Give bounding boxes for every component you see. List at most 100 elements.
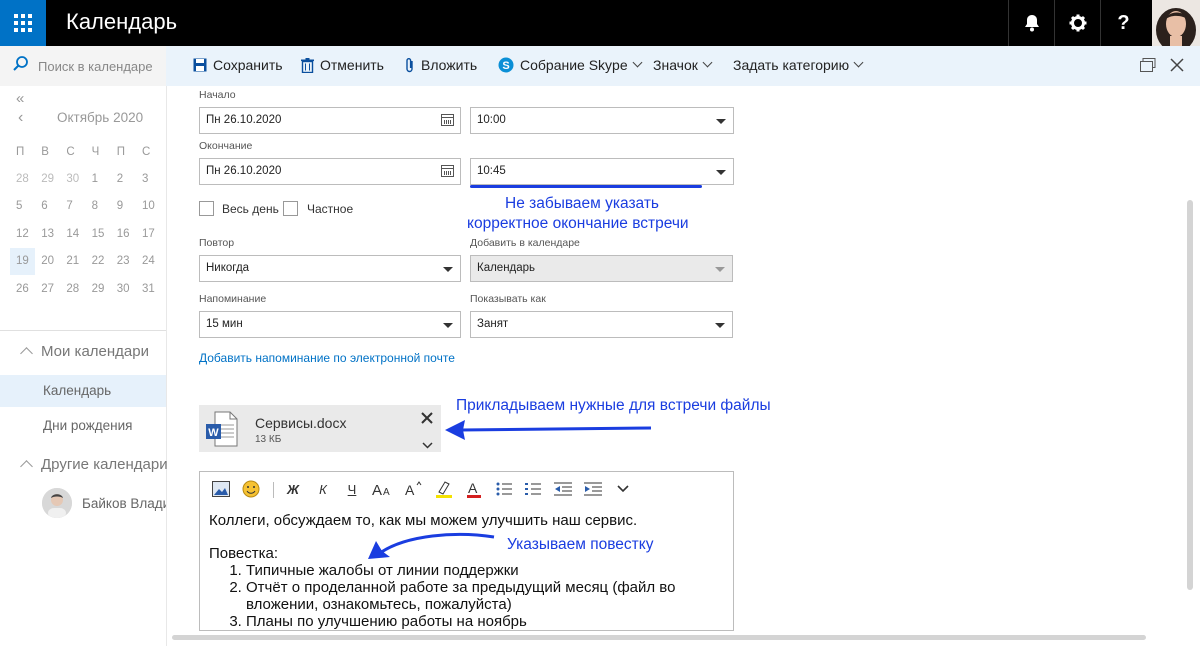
calendar-day[interactable]: 29 <box>35 165 60 192</box>
skype-icon: S <box>498 57 514 73</box>
search-icon <box>12 55 32 78</box>
all-day-checkbox[interactable] <box>199 201 214 216</box>
reminder-select[interactable]: 15 мин <box>199 311 461 338</box>
calendar-icon[interactable] <box>441 114 454 126</box>
numbered-list-icon[interactable] <box>523 478 543 500</box>
insert-image-icon[interactable] <box>210 478 232 500</box>
calendar-day[interactable]: 30 <box>111 275 136 302</box>
agenda-item: Отчёт о проделанной работе за предыдущий… <box>246 579 726 613</box>
start-time-select[interactable]: 10:00 <box>470 107 734 134</box>
calendar-day[interactable]: 20 <box>35 248 60 275</box>
italic-button[interactable]: К <box>314 478 332 500</box>
calendar-value: Календарь <box>477 262 536 274</box>
font-size-icon[interactable]: AA <box>371 478 395 500</box>
end-label: Окончание <box>199 140 253 152</box>
attach-button[interactable]: Вложить <box>405 57 477 73</box>
svg-text:S: S <box>502 60 509 72</box>
calendar-day[interactable]: 6 <box>35 193 60 220</box>
calendar-day-selected[interactable]: 19 <box>10 247 36 275</box>
category-button[interactable]: Задать категорию <box>733 57 864 73</box>
calendar-icon[interactable] <box>441 165 454 177</box>
calendar-day[interactable]: 28 <box>10 165 35 192</box>
gear-icon[interactable] <box>1054 0 1100 46</box>
calendar-day[interactable]: 26 <box>10 275 35 302</box>
calendar-day[interactable]: 8 <box>86 193 111 220</box>
sidebar-item-calendar[interactable]: Календарь <box>43 383 111 398</box>
show-as-select[interactable]: Занят <box>470 311 733 338</box>
bulleted-list-icon[interactable] <box>494 478 514 500</box>
calendar-day[interactable]: 31 <box>136 275 161 302</box>
bold-button[interactable]: Ж <box>284 478 302 500</box>
end-time-select[interactable]: 10:45 <box>470 158 734 185</box>
calendar-day[interactable]: 23 <box>111 248 136 275</box>
calendar-day[interactable]: 14 <box>60 220 85 247</box>
horizontal-scrollbar[interactable] <box>172 635 1146 640</box>
annotation-end-time-2: корректное окончание встречи <box>467 215 689 232</box>
calendar-day[interactable]: 5 <box>10 193 35 220</box>
reminder-label: Напоминание <box>199 293 267 305</box>
skype-meeting-button[interactable]: S Собрание Skype <box>498 57 643 73</box>
calendar-day[interactable]: 22 <box>86 248 111 275</box>
calendar-day[interactable]: 3 <box>136 165 161 192</box>
calendar-day[interactable]: 7 <box>60 193 85 220</box>
help-icon[interactable]: ? <box>1100 0 1146 46</box>
private-checkbox[interactable] <box>283 201 298 216</box>
chevron-left-icon[interactable]: ‹ <box>18 109 23 127</box>
calendar-day[interactable]: 13 <box>35 220 60 247</box>
chevron-up-icon <box>20 460 33 473</box>
increase-indent-icon[interactable] <box>583 478 603 500</box>
calendar-day[interactable]: 12 <box>10 220 35 247</box>
start-date-field[interactable]: Пн 26.10.2020 <box>199 107 461 134</box>
vertical-scrollbar[interactable] <box>1187 200 1193 590</box>
email-reminder-link[interactable]: Добавить напоминание по электронной почт… <box>199 351 455 365</box>
close-icon[interactable] <box>1170 58 1184 77</box>
popout-icon[interactable] <box>1140 58 1156 77</box>
paperclip-icon <box>405 57 415 73</box>
decrease-indent-icon[interactable] <box>553 478 573 500</box>
more-options-chevron-icon[interactable] <box>614 478 632 500</box>
font-color-icon[interactable]: A <box>464 478 484 500</box>
end-date-field[interactable]: Пн 26.10.2020 <box>199 158 461 185</box>
arrow-attachment <box>443 418 655 447</box>
calendar-day[interactable]: 24 <box>136 248 161 275</box>
calendar-day[interactable]: 16 <box>111 220 136 247</box>
person-avatar <box>42 488 72 518</box>
trash-icon <box>301 57 314 73</box>
attachment-card[interactable]: W Сервисы.docx 13 КБ <box>199 405 441 452</box>
emoji-icon[interactable] <box>240 478 262 500</box>
calendar-day[interactable]: 28 <box>60 275 85 302</box>
agenda-item: Планы по улучшению работы на ноябрь <box>246 613 726 630</box>
svg-text:W: W <box>208 427 219 439</box>
calendar-day[interactable]: 10 <box>136 193 161 220</box>
repeat-select[interactable]: Никогда <box>199 255 461 282</box>
start-time-value: 10:00 <box>477 114 506 126</box>
highlight-icon[interactable] <box>434 478 454 500</box>
underline-button[interactable]: Ч <box>343 478 361 500</box>
collapse-icon[interactable]: « <box>16 90 24 107</box>
chevron-down-icon[interactable] <box>422 436 433 454</box>
my-calendars-header[interactable]: Мои календари <box>18 343 149 360</box>
calendar-day[interactable]: 15 <box>86 220 111 247</box>
bell-icon[interactable] <box>1008 0 1054 46</box>
calendar-day[interactable]: 30 <box>60 165 85 192</box>
font-grow-icon[interactable]: A <box>404 478 424 500</box>
save-icon <box>193 58 207 72</box>
calendar-day[interactable]: 1 <box>86 165 111 192</box>
calendar-day[interactable]: 21 <box>60 248 85 275</box>
weekday: В <box>41 145 49 158</box>
remove-attachment-icon[interactable] <box>421 411 433 429</box>
app-launcher-icon[interactable] <box>0 0 46 46</box>
sidebar-item-person[interactable]: Байков Влади <box>82 496 166 511</box>
calendar-day[interactable]: 17 <box>136 220 161 247</box>
calendar-day[interactable]: 27 <box>35 275 60 302</box>
avatar[interactable] <box>1152 0 1200 46</box>
other-calendars-header[interactable]: Другие календари <box>18 456 168 473</box>
calendar-day[interactable]: 2 <box>111 165 136 192</box>
calendar-day[interactable]: 9 <box>111 193 136 220</box>
discard-button[interactable]: Отменить <box>301 57 384 73</box>
search-input[interactable]: Поиск в календаре <box>0 46 166 86</box>
sidebar-item-birthdays[interactable]: Дни рождения <box>43 418 132 433</box>
save-button[interactable]: Сохранить <box>193 57 283 73</box>
icon-menu-button[interactable]: Значок <box>653 57 713 73</box>
calendar-day[interactable]: 29 <box>86 275 111 302</box>
